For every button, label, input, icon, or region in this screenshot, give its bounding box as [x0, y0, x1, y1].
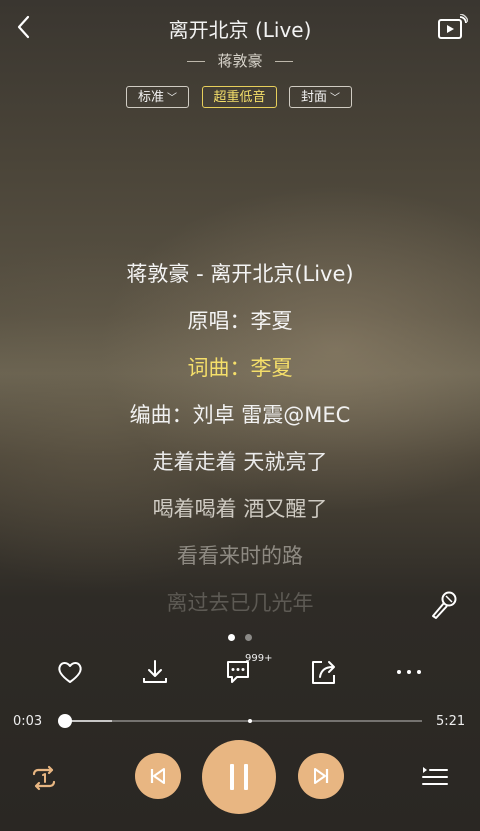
more-button[interactable]	[393, 656, 425, 688]
progress-knob[interactable]	[58, 714, 73, 728]
divider	[187, 61, 206, 62]
progress-track[interactable]	[62, 720, 422, 722]
lyric-line: 离过去已几光年	[166, 591, 314, 615]
song-title: 离开北京 (Live)	[168, 18, 312, 42]
cast-button[interactable]	[436, 13, 469, 42]
chevron-down-icon: ﹀	[330, 93, 340, 104]
lyric-line: 原唱：李夏	[187, 309, 293, 333]
artist-row: 蒋敦豪	[0, 50, 480, 71]
next-icon	[314, 768, 329, 784]
lyric-line: 走着走着 天就亮了	[152, 450, 328, 474]
lyric-line: 看看来时的路	[177, 544, 303, 568]
cover-select[interactable]: 封面 ﹀	[289, 86, 352, 108]
cast-play-icon	[438, 13, 469, 39]
playlist-button[interactable]	[420, 762, 450, 792]
chevron-down-icon: ﹀	[167, 93, 177, 104]
lyric-line: 编曲：刘卓 雷震@MEC	[129, 403, 351, 427]
sound-effect-label: 超重低音	[213, 90, 266, 105]
quality-select[interactable]: 标准 ﹀	[126, 86, 189, 108]
artist-name[interactable]: 蒋敦豪	[217, 52, 262, 70]
page-indicator	[0, 626, 480, 645]
more-icon	[397, 670, 421, 674]
play-pause-button[interactable]	[202, 740, 276, 814]
current-time: 0:03	[13, 714, 43, 729]
page-dot-active	[228, 634, 235, 641]
lyric-line: 蒋敦豪 - 离开北京(Live)	[126, 262, 354, 286]
lyric-line-current: 词曲：李夏	[187, 356, 293, 380]
page-dot	[245, 634, 252, 641]
download-icon	[143, 660, 167, 683]
total-time: 5:21	[436, 714, 466, 729]
playlist-icon	[422, 767, 448, 785]
lyrics-panel[interactable]: 蒋敦豪 - 离开北京(Live) 原唱：李夏 词曲：李夏 编曲：刘卓 雷震@ME…	[0, 256, 480, 632]
lyric-line: 喝着喝着 酒又醒了	[152, 497, 328, 521]
sound-effect-tag[interactable]: 超重低音	[202, 86, 277, 108]
repeat-mode-button[interactable]	[27, 761, 61, 795]
comment-count: 999+	[245, 653, 273, 664]
download-button[interactable]	[139, 656, 171, 688]
repeat-one-icon	[32, 765, 56, 791]
previous-button[interactable]	[135, 753, 181, 799]
like-button[interactable]	[54, 656, 86, 688]
previous-icon	[150, 768, 165, 784]
share-icon	[312, 661, 335, 684]
quality-label: 标准	[137, 90, 164, 105]
microphone-icon	[432, 591, 457, 619]
next-button[interactable]	[298, 753, 344, 799]
progress-marker	[248, 719, 252, 723]
heart-icon	[58, 662, 82, 683]
divider	[274, 61, 293, 62]
karaoke-button[interactable]	[428, 589, 460, 621]
share-button[interactable]	[308, 656, 340, 688]
cover-label: 封面	[300, 90, 327, 105]
pause-icon	[230, 764, 248, 790]
